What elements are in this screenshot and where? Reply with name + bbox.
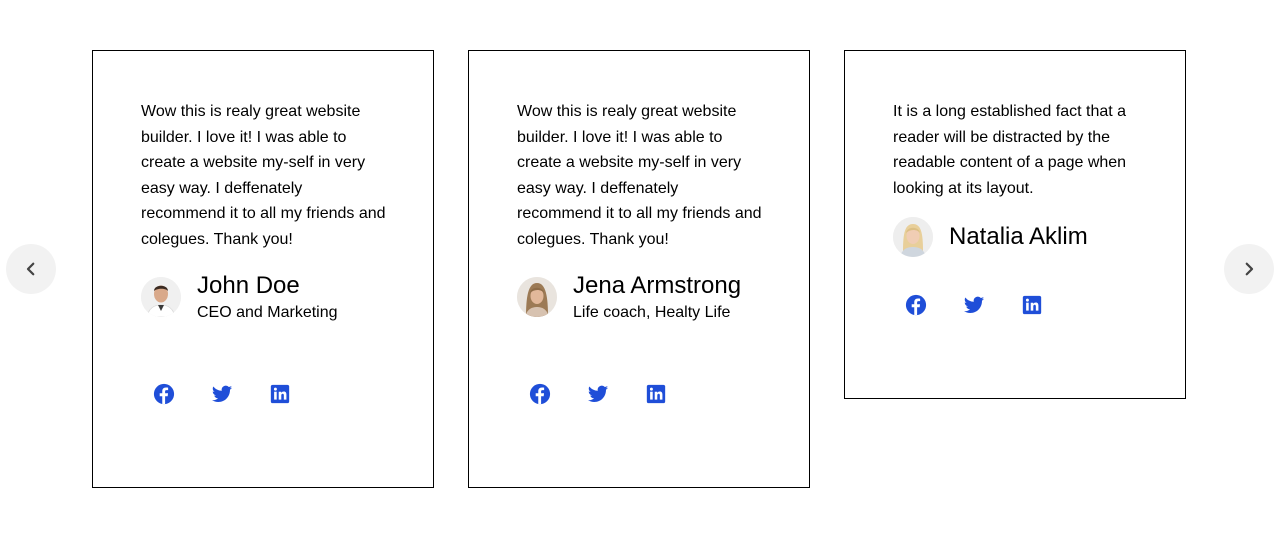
avatar	[141, 277, 181, 317]
social-links	[529, 383, 703, 405]
testimonial-card: It is a long established fact that a rea…	[844, 50, 1186, 399]
linkedin-icon	[646, 384, 666, 404]
testimonials-slider: Wow this is realy great website builder.…	[0, 0, 1280, 538]
linkedin-icon	[1022, 295, 1042, 315]
testimonial-quote: Wow this is realy great website builder.…	[517, 103, 762, 248]
testimonial-card: Wow this is realy great website builder.…	[468, 50, 810, 488]
twitter-link[interactable]	[211, 383, 233, 405]
social-links	[153, 383, 327, 405]
slider-next-button[interactable]	[1224, 244, 1274, 294]
linkedin-link[interactable]	[269, 383, 291, 405]
chevron-left-icon	[26, 262, 35, 276]
facebook-link[interactable]	[153, 383, 175, 405]
twitter-link[interactable]	[587, 383, 609, 405]
testimonial-author: Jena Armstrong Life coach, Healty Life	[517, 271, 741, 323]
facebook-icon	[153, 383, 175, 405]
avatar-woman-icon	[893, 217, 933, 257]
testimonial-card: Wow this is realy great website builder.…	[92, 50, 434, 488]
testimonial-quote: Wow this is realy great website builder.…	[141, 103, 386, 248]
testimonial-author: Natalia Aklim	[893, 217, 1088, 257]
testimonial-quote: It is a long established fact that a rea…	[893, 103, 1127, 197]
linkedin-icon	[270, 384, 290, 404]
facebook-link[interactable]	[529, 383, 551, 405]
slider-prev-button[interactable]	[6, 244, 56, 294]
avatar	[893, 217, 933, 257]
twitter-link[interactable]	[963, 294, 985, 316]
facebook-link[interactable]	[905, 294, 927, 316]
testimonial-author: John Doe CEO and Marketing	[141, 271, 338, 323]
social-links	[905, 294, 1079, 316]
author-name: Natalia Aklim	[949, 223, 1088, 250]
author-name: John Doe	[197, 272, 300, 299]
author-role: Life coach, Healty Life	[573, 304, 731, 321]
author-name: Jena Armstrong	[573, 272, 742, 299]
avatar-man-icon	[141, 277, 181, 317]
facebook-icon	[905, 294, 927, 316]
twitter-icon	[963, 296, 985, 313]
linkedin-link[interactable]	[1021, 294, 1043, 316]
chevron-right-icon	[1245, 262, 1254, 276]
avatar-woman-icon	[517, 277, 557, 317]
linkedin-link[interactable]	[645, 383, 667, 405]
avatar	[517, 277, 557, 317]
twitter-icon	[211, 385, 233, 402]
author-role: CEO and Marketing	[197, 304, 338, 321]
twitter-icon	[587, 385, 609, 402]
facebook-icon	[529, 383, 551, 405]
